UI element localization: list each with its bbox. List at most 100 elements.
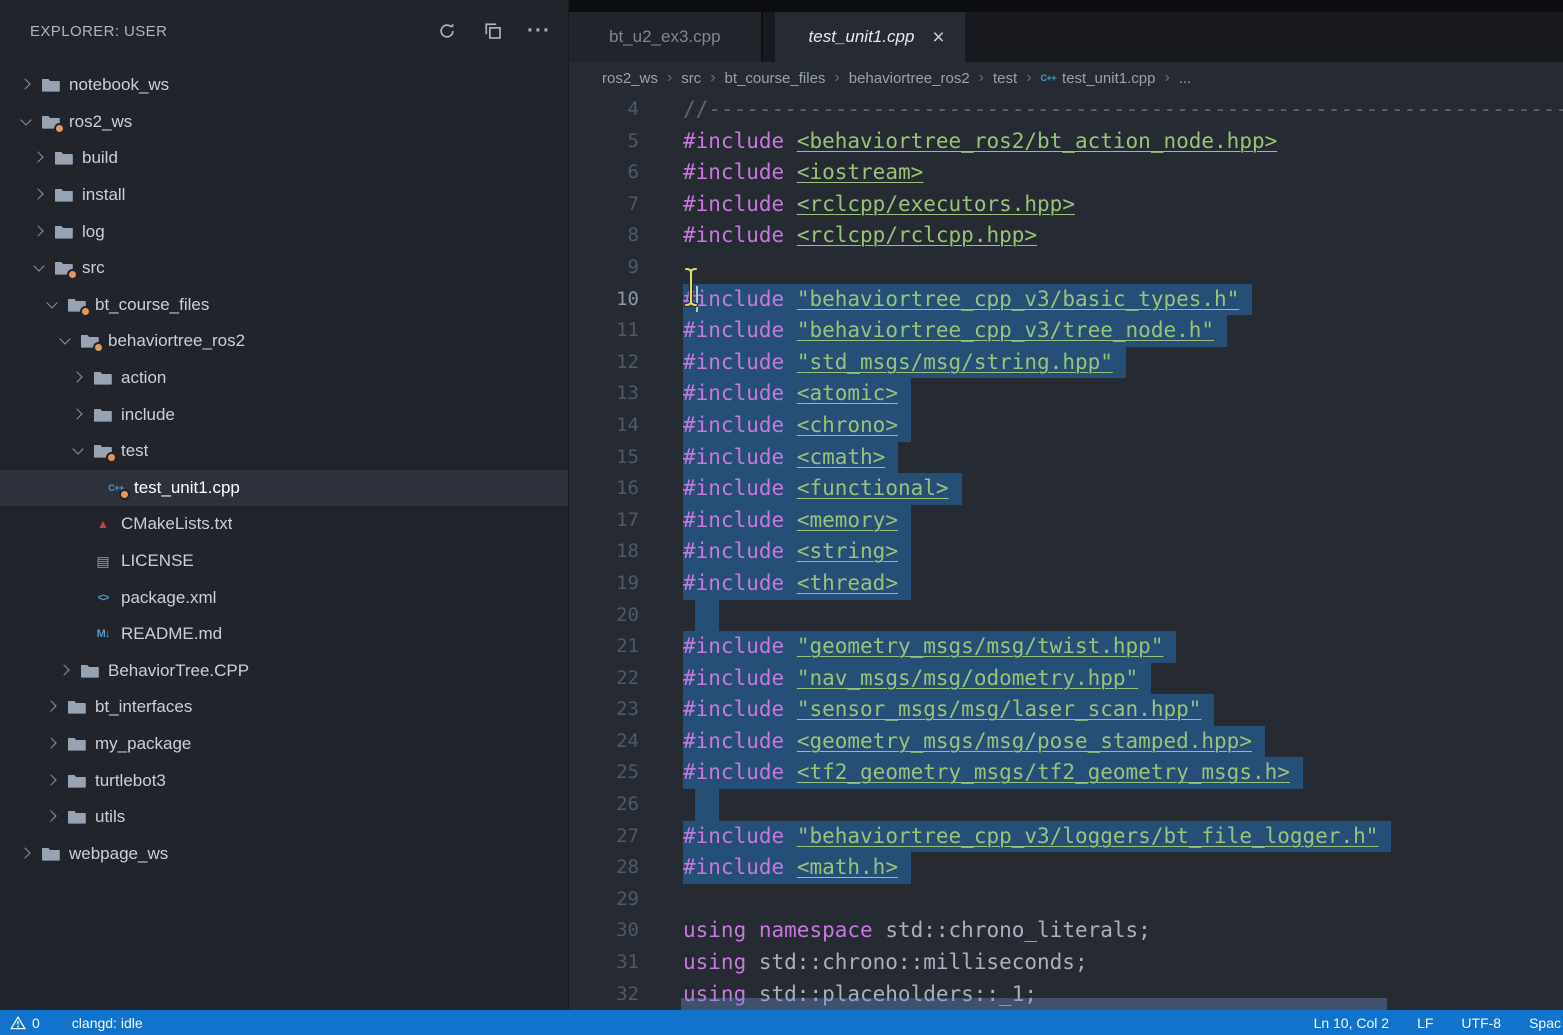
code-line-28[interactable]: 28#include <math.h>: [569, 852, 1563, 884]
tree-item-log[interactable]: log: [0, 213, 568, 250]
chevron-right-icon: [44, 735, 62, 753]
breadcrumb-item-behaviortree_ros2[interactable]: behaviortree_ros2: [849, 70, 970, 87]
breadcrumb-separator-icon: ›: [979, 69, 984, 87]
code-line-18[interactable]: 18#include <string>: [569, 536, 1563, 568]
folder-icon: [54, 223, 74, 241]
breadcrumb-item-test_unit1cpp[interactable]: C++test_unit1.cpp: [1041, 70, 1156, 87]
code-line-20[interactable]: 20: [569, 600, 1563, 632]
code-line-17[interactable]: 17#include <memory>: [569, 505, 1563, 537]
code-line-7[interactable]: 7#include <rclcpp/executors.hpp>: [569, 189, 1563, 221]
code-line-15[interactable]: 15#include <cmath>: [569, 442, 1563, 474]
line-number: 24: [569, 726, 639, 758]
tree-item-webpage_ws[interactable]: webpage_ws: [0, 835, 568, 872]
code-line-5[interactable]: 5#include <behaviortree_ros2/bt_action_n…: [569, 126, 1563, 158]
refresh-icon[interactable]: [436, 20, 458, 42]
code-line-11[interactable]: 11#include "behaviortree_cpp_v3/tree_nod…: [569, 315, 1563, 347]
code-line-21[interactable]: 21#include "geometry_msgs/msg/twist.hpp": [569, 631, 1563, 663]
tree-item-test_unit1.cpp[interactable]: C++test_unit1.cpp: [0, 470, 568, 507]
markdown-file-icon: M↓: [93, 625, 113, 643]
code-line-19[interactable]: 19#include <thread>: [569, 568, 1563, 600]
license-file-icon: ▤: [93, 552, 113, 570]
breadcrumb-item-ros2_ws[interactable]: ros2_ws: [602, 70, 658, 87]
cursor-position[interactable]: Ln 10, Col 2: [1314, 1015, 1390, 1031]
tree-item-utils[interactable]: utils: [0, 799, 568, 836]
open-editors-icon[interactable]: [482, 20, 504, 42]
code-line-29[interactable]: 29: [569, 884, 1563, 916]
code-text: #include <math.h>: [683, 852, 911, 884]
breadcrumb-item-bt_course_files[interactable]: bt_course_files: [725, 70, 826, 87]
tree-item-bt_course_files[interactable]: bt_course_files: [0, 287, 568, 324]
explorer-header: EXPLORER: USER ···: [0, 0, 568, 62]
line-number: 7: [569, 189, 639, 221]
code-text: #include "nav_msgs/msg/odometry.hpp": [683, 663, 1151, 695]
breadcrumb-item-src[interactable]: src: [681, 70, 701, 87]
tree-item-action[interactable]: action: [0, 360, 568, 397]
close-icon[interactable]: ×: [932, 27, 944, 48]
tree-item-src[interactable]: src: [0, 250, 568, 287]
code-line-30[interactable]: 30 using namespace std::chrono_literals;: [569, 915, 1563, 947]
tree-item-LICENSE[interactable]: ▤ LICENSE: [0, 543, 568, 580]
tree-item-install[interactable]: install: [0, 177, 568, 214]
tab-bt_u2_ex3[interactable]: bt_u2_ex3.cpp: [569, 12, 763, 62]
line-number: 16: [569, 473, 639, 505]
tree-item-label: BehaviorTree.CPP: [108, 661, 249, 681]
tree-item-behaviortree_ros2[interactable]: behaviortree_ros2: [0, 323, 568, 360]
tab-test_unit1[interactable]: test_unit1.cpp ×: [775, 12, 965, 62]
code-text: #include "geometry_msgs/msg/twist.hpp": [683, 631, 1176, 663]
encoding-indicator[interactable]: UTF-8: [1461, 1015, 1501, 1031]
tree-item-label: action: [121, 368, 166, 388]
modified-dot: [119, 489, 130, 500]
breadcrumb-item-[interactable]: ...: [1179, 70, 1192, 87]
code-line-31[interactable]: 31using std::chrono::milliseconds;: [569, 947, 1563, 979]
tree-item-my_package[interactable]: my_package: [0, 726, 568, 763]
folder-icon: [41, 76, 61, 94]
line-number: 17: [569, 505, 639, 537]
code-line-22[interactable]: 22#include "nav_msgs/msg/odometry.hpp": [569, 663, 1563, 695]
tab-bar: bt_u2_ex3.cpp test_unit1.cpp ×: [569, 12, 1563, 62]
tree-item-label: utils: [95, 807, 125, 827]
code-text: #include <functional>: [683, 473, 962, 505]
code-line-27[interactable]: 27#include "behaviortree_cpp_v3/loggers/…: [569, 821, 1563, 853]
indent-indicator[interactable]: Spac: [1529, 1015, 1561, 1031]
code-line-9[interactable]: 9: [569, 252, 1563, 284]
code-line-26[interactable]: 26: [569, 789, 1563, 821]
code-line-13[interactable]: 13#include <atomic>: [569, 378, 1563, 410]
lsp-status[interactable]: clangd: idle: [72, 1015, 143, 1031]
code-line-16[interactable]: 16 #include <functional>: [569, 473, 1563, 505]
more-actions-icon[interactable]: ···: [528, 20, 550, 42]
code-line-10[interactable]: 10#include "behaviortree_cpp_v3/basic_ty…: [569, 284, 1563, 316]
tree-item-notebook_ws[interactable]: notebook_ws: [0, 67, 568, 104]
code-line-24[interactable]: 24#include <geometry_msgs/msg/pose_stamp…: [569, 726, 1563, 758]
code-line-12[interactable]: 12#include "std_msgs/msg/string.hpp": [569, 347, 1563, 379]
tree-item-ros2_ws[interactable]: ros2_ws: [0, 104, 568, 141]
tree-item-BehaviorTree.CPP[interactable]: BehaviorTree.CPP: [0, 653, 568, 690]
tree-item-label: bt_interfaces: [95, 697, 192, 717]
problems-indicator[interactable]: 0 clangd: idle: [0, 1015, 143, 1031]
tree-item-test[interactable]: test: [0, 433, 568, 470]
line-number: 18: [569, 536, 639, 568]
line-number: 30: [569, 915, 639, 947]
tab-label: bt_u2_ex3.cpp: [609, 27, 721, 47]
horizontal-scrollbar[interactable]: [681, 998, 1387, 1010]
tree-item-build[interactable]: build: [0, 140, 568, 177]
tree-item-label: LICENSE: [121, 551, 194, 571]
tree-item-label: webpage_ws: [69, 844, 168, 864]
folder-icon: [54, 259, 74, 277]
tree-item-turtlebot3[interactable]: turtlebot3: [0, 762, 568, 799]
code-line-23[interactable]: 23#include "sensor_msgs/msg/laser_scan.h…: [569, 694, 1563, 726]
tree-item-bt_interfaces[interactable]: bt_interfaces: [0, 689, 568, 726]
code-line-8[interactable]: 8#include <rclcpp/rclcpp.hpp>: [569, 220, 1563, 252]
code-editor[interactable]: 4//-------------------------------------…: [569, 94, 1563, 1010]
breadcrumb-item-test[interactable]: test: [993, 70, 1017, 87]
eol-indicator[interactable]: LF: [1417, 1015, 1433, 1031]
tree-item-CMakeLists.txt[interactable]: ▲CMakeLists.txt: [0, 506, 568, 543]
code-line-4[interactable]: 4//-------------------------------------…: [569, 94, 1563, 126]
code-line-14[interactable]: 14#include <chrono>: [569, 410, 1563, 442]
tree-item-include[interactable]: include: [0, 396, 568, 433]
code-line-25[interactable]: 25#include <tf2_geometry_msgs/tf2_geomet…: [569, 757, 1563, 789]
code-line-6[interactable]: 6#include <iostream>: [569, 157, 1563, 189]
tree-item-README.md[interactable]: M↓README.md: [0, 616, 568, 653]
code-text: using namespace std::chrono_literals;: [683, 915, 1151, 947]
tree-item-package.xml[interactable]: <>package.xml: [0, 579, 568, 616]
folder-icon: [67, 698, 87, 716]
